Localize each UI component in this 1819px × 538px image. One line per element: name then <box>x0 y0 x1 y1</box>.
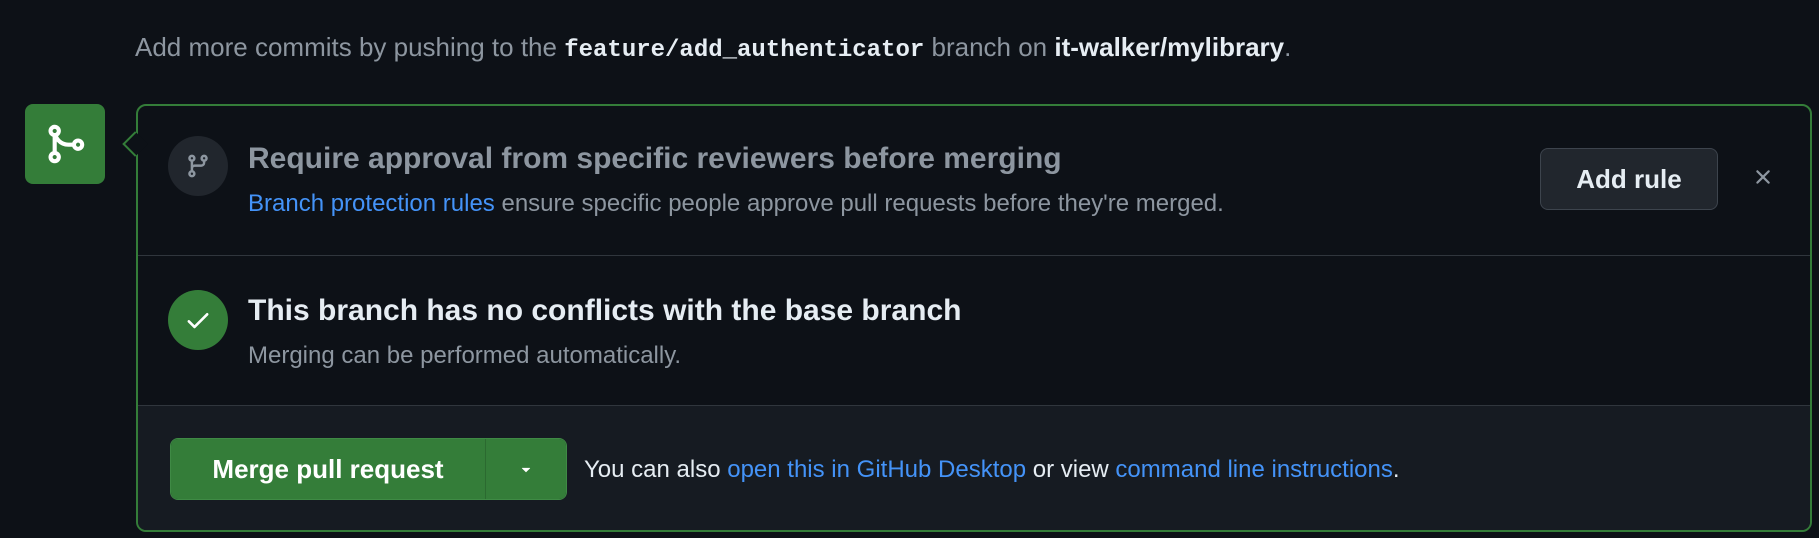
close-icon[interactable] <box>1748 162 1778 192</box>
triangle-down-icon[interactable] <box>486 439 566 499</box>
merge-box: Require approval from specific reviewers… <box>136 104 1812 532</box>
hint-suffix: . <box>1284 32 1292 62</box>
approval-section: Require approval from specific reviewers… <box>138 106 1810 256</box>
approval-subtitle: Branch protection rules ensure specific … <box>248 190 1224 218</box>
branch-name: feature/add_authenticator <box>564 37 925 64</box>
also-middle: or view <box>1026 456 1116 483</box>
conflicts-title: This branch has no conflicts with the ba… <box>248 294 962 327</box>
conflicts-subtitle: Merging can be performed automatically. <box>248 342 682 369</box>
branch-protection-link[interactable]: Branch protection rules <box>248 190 495 217</box>
github-desktop-link[interactable]: open this in GitHub Desktop <box>727 456 1026 483</box>
approval-subtitle-rest: ensure specific people approve pull requ… <box>494 190 1224 217</box>
command-line-instructions-link[interactable]: command line instructions <box>1115 456 1392 483</box>
alternative-options-text: You can also open this in GitHub Desktop… <box>584 456 1400 484</box>
add-rule-button[interactable]: Add rule <box>1540 148 1718 210</box>
merge-pull-request-button[interactable]: Merge pull request <box>171 439 486 499</box>
git-branch-icon <box>168 136 228 196</box>
approval-title: Require approval from specific reviewers… <box>248 142 1062 175</box>
merge-button-group: Merge pull request <box>170 438 567 500</box>
also-prefix: You can also <box>584 456 728 483</box>
check-icon <box>168 290 228 350</box>
conflicts-section: This branch has no conflicts with the ba… <box>138 256 1810 406</box>
repo-name: it-walker/mylibrary <box>1054 32 1285 62</box>
git-merge-icon <box>25 104 105 184</box>
also-suffix: . <box>1392 456 1400 483</box>
push-hint: Add more commits by pushing to the featu… <box>135 32 1291 64</box>
merge-actions-section: Merge pull request You can also open thi… <box>138 406 1810 530</box>
hint-prefix: Add more commits by pushing to the <box>135 32 565 62</box>
merge-section: Add more commits by pushing to the featu… <box>0 0 1819 538</box>
hint-middle: branch on <box>924 32 1055 62</box>
